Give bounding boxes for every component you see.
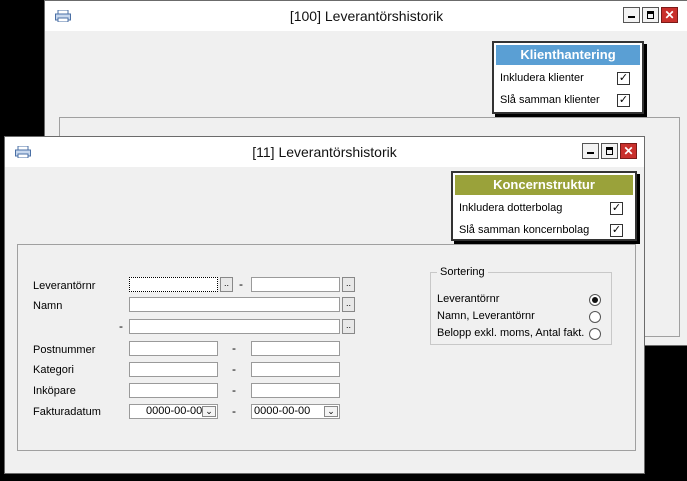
sort-option-belopp[interactable]: Belopp exkl. moms, Antal fakt. bbox=[437, 327, 607, 340]
sort-option-label: Belopp exkl. moms, Antal fakt. bbox=[437, 327, 585, 339]
inkludera-klienter-checkbox[interactable]: ✓ bbox=[617, 72, 630, 85]
fakturadatum-range-dash: - bbox=[232, 404, 236, 418]
fakturadatum-label: Fakturadatum bbox=[33, 406, 101, 418]
maximize-button[interactable] bbox=[601, 143, 618, 159]
radio-button[interactable] bbox=[589, 311, 601, 323]
radio-button[interactable] bbox=[589, 328, 601, 340]
kategori-label: Kategori bbox=[33, 364, 74, 376]
sortering-legend: Sortering bbox=[440, 266, 485, 278]
namn-to-input[interactable] bbox=[129, 319, 340, 334]
leverantornr-range-dash: - bbox=[239, 277, 243, 291]
namn-label: Namn bbox=[33, 300, 63, 312]
inkopare-label: Inköpare bbox=[33, 385, 76, 397]
klienthantering-panel: Klienthantering Inkludera klienter ✓ Slå… bbox=[492, 41, 644, 114]
inkludera-klienter-row[interactable]: Inkludera klienter ✓ bbox=[494, 67, 642, 89]
klienthantering-header: Klienthantering bbox=[496, 45, 640, 65]
inkludera-dotterbolag-label: Inkludera dotterbolag bbox=[459, 202, 563, 214]
sort-option-leverantornr[interactable]: Leverantörnr bbox=[437, 293, 607, 306]
sla-samman-klienter-label: Slå samman klienter bbox=[500, 94, 600, 106]
sort-option-namn[interactable]: Namn, Leverantörnr bbox=[437, 310, 607, 323]
front-window-title: [11] Leverantörshistorik bbox=[252, 144, 397, 160]
sla-samman-koncernbolag-checkbox[interactable]: ✓ bbox=[610, 224, 623, 237]
inkopare-from-input[interactable] bbox=[129, 383, 218, 398]
kategori-from-input[interactable] bbox=[129, 362, 218, 377]
leverantornr-from-input[interactable] bbox=[129, 277, 218, 292]
inkludera-dotterbolag-checkbox[interactable]: ✓ bbox=[610, 202, 623, 215]
namn-to-lookup-button[interactable]: .. bbox=[342, 319, 355, 334]
koncernstruktur-panel: Koncernstruktur Inkludera dotterbolag ✓ … bbox=[451, 171, 637, 241]
koncernstruktur-header: Koncernstruktur bbox=[455, 175, 633, 195]
minimize-button[interactable] bbox=[623, 7, 640, 23]
postnummer-range-dash: - bbox=[232, 341, 236, 355]
inkludera-dotterbolag-row[interactable]: Inkludera dotterbolag ✓ bbox=[453, 197, 635, 219]
namn-from-lookup-button[interactable]: .. bbox=[342, 297, 355, 312]
sla-samman-koncernbolag-label: Slå samman koncernbolag bbox=[459, 224, 590, 236]
back-window-titlebar[interactable]: [100] Leverantörshistorik ✕ bbox=[45, 1, 687, 31]
fakturadatum-to-value: 0000-00-00 bbox=[254, 405, 311, 417]
namn-range-dash: - bbox=[119, 319, 123, 333]
postnummer-from-input[interactable] bbox=[129, 341, 218, 356]
front-window-form-area: Leverantörnr Namn Postnummer Kategori In… bbox=[17, 244, 636, 451]
postnummer-label: Postnummer bbox=[33, 344, 96, 356]
radio-button[interactable] bbox=[589, 294, 601, 306]
close-button[interactable]: ✕ bbox=[661, 7, 678, 23]
back-window-title: [100] Leverantörshistorik bbox=[289, 8, 444, 24]
front-window: [11] Leverantörshistorik ✕ Leverantörnr … bbox=[4, 136, 645, 474]
chevron-down-icon[interactable]: ⌄ bbox=[324, 406, 338, 417]
leverantornr-to-lookup-button[interactable]: .. bbox=[342, 277, 355, 292]
inkludera-klienter-label: Inkludera klienter bbox=[500, 72, 584, 84]
leverantornr-label: Leverantörnr bbox=[33, 280, 96, 292]
sla-samman-koncernbolag-row[interactable]: Slå samman koncernbolag ✓ bbox=[453, 219, 635, 241]
kategori-range-dash: - bbox=[232, 362, 236, 376]
namn-from-input[interactable] bbox=[129, 297, 340, 312]
postnummer-to-input[interactable] bbox=[251, 341, 340, 356]
close-button[interactable]: ✕ bbox=[620, 143, 637, 159]
leverantornr-to-input[interactable] bbox=[251, 277, 340, 292]
sort-option-label: Namn, Leverantörnr bbox=[437, 310, 535, 322]
sla-samman-klienter-checkbox[interactable]: ✓ bbox=[617, 94, 630, 107]
sortering-group: Sortering Leverantörnr Namn, Leverantörn… bbox=[430, 266, 612, 345]
maximize-button[interactable] bbox=[642, 7, 659, 23]
kategori-to-input[interactable] bbox=[251, 362, 340, 377]
sort-option-label: Leverantörnr bbox=[437, 293, 500, 305]
leverantornr-from-lookup-button[interactable]: .. bbox=[220, 277, 233, 292]
chevron-down-icon[interactable]: ⌄ bbox=[202, 406, 216, 417]
front-window-titlebar[interactable]: [11] Leverantörshistorik ✕ bbox=[5, 137, 644, 167]
sla-samman-klienter-row[interactable]: Slå samman klienter ✓ bbox=[494, 89, 642, 111]
minimize-button[interactable] bbox=[582, 143, 599, 159]
fakturadatum-to-picker[interactable]: 0000-00-00 ⌄ bbox=[251, 404, 340, 419]
fakturadatum-from-picker[interactable]: 0000-00-00 ⌄ bbox=[129, 404, 218, 419]
fakturadatum-from-value: 0000-00-00 bbox=[146, 405, 203, 417]
inkopare-to-input[interactable] bbox=[251, 383, 340, 398]
inkopare-range-dash: - bbox=[232, 383, 236, 397]
